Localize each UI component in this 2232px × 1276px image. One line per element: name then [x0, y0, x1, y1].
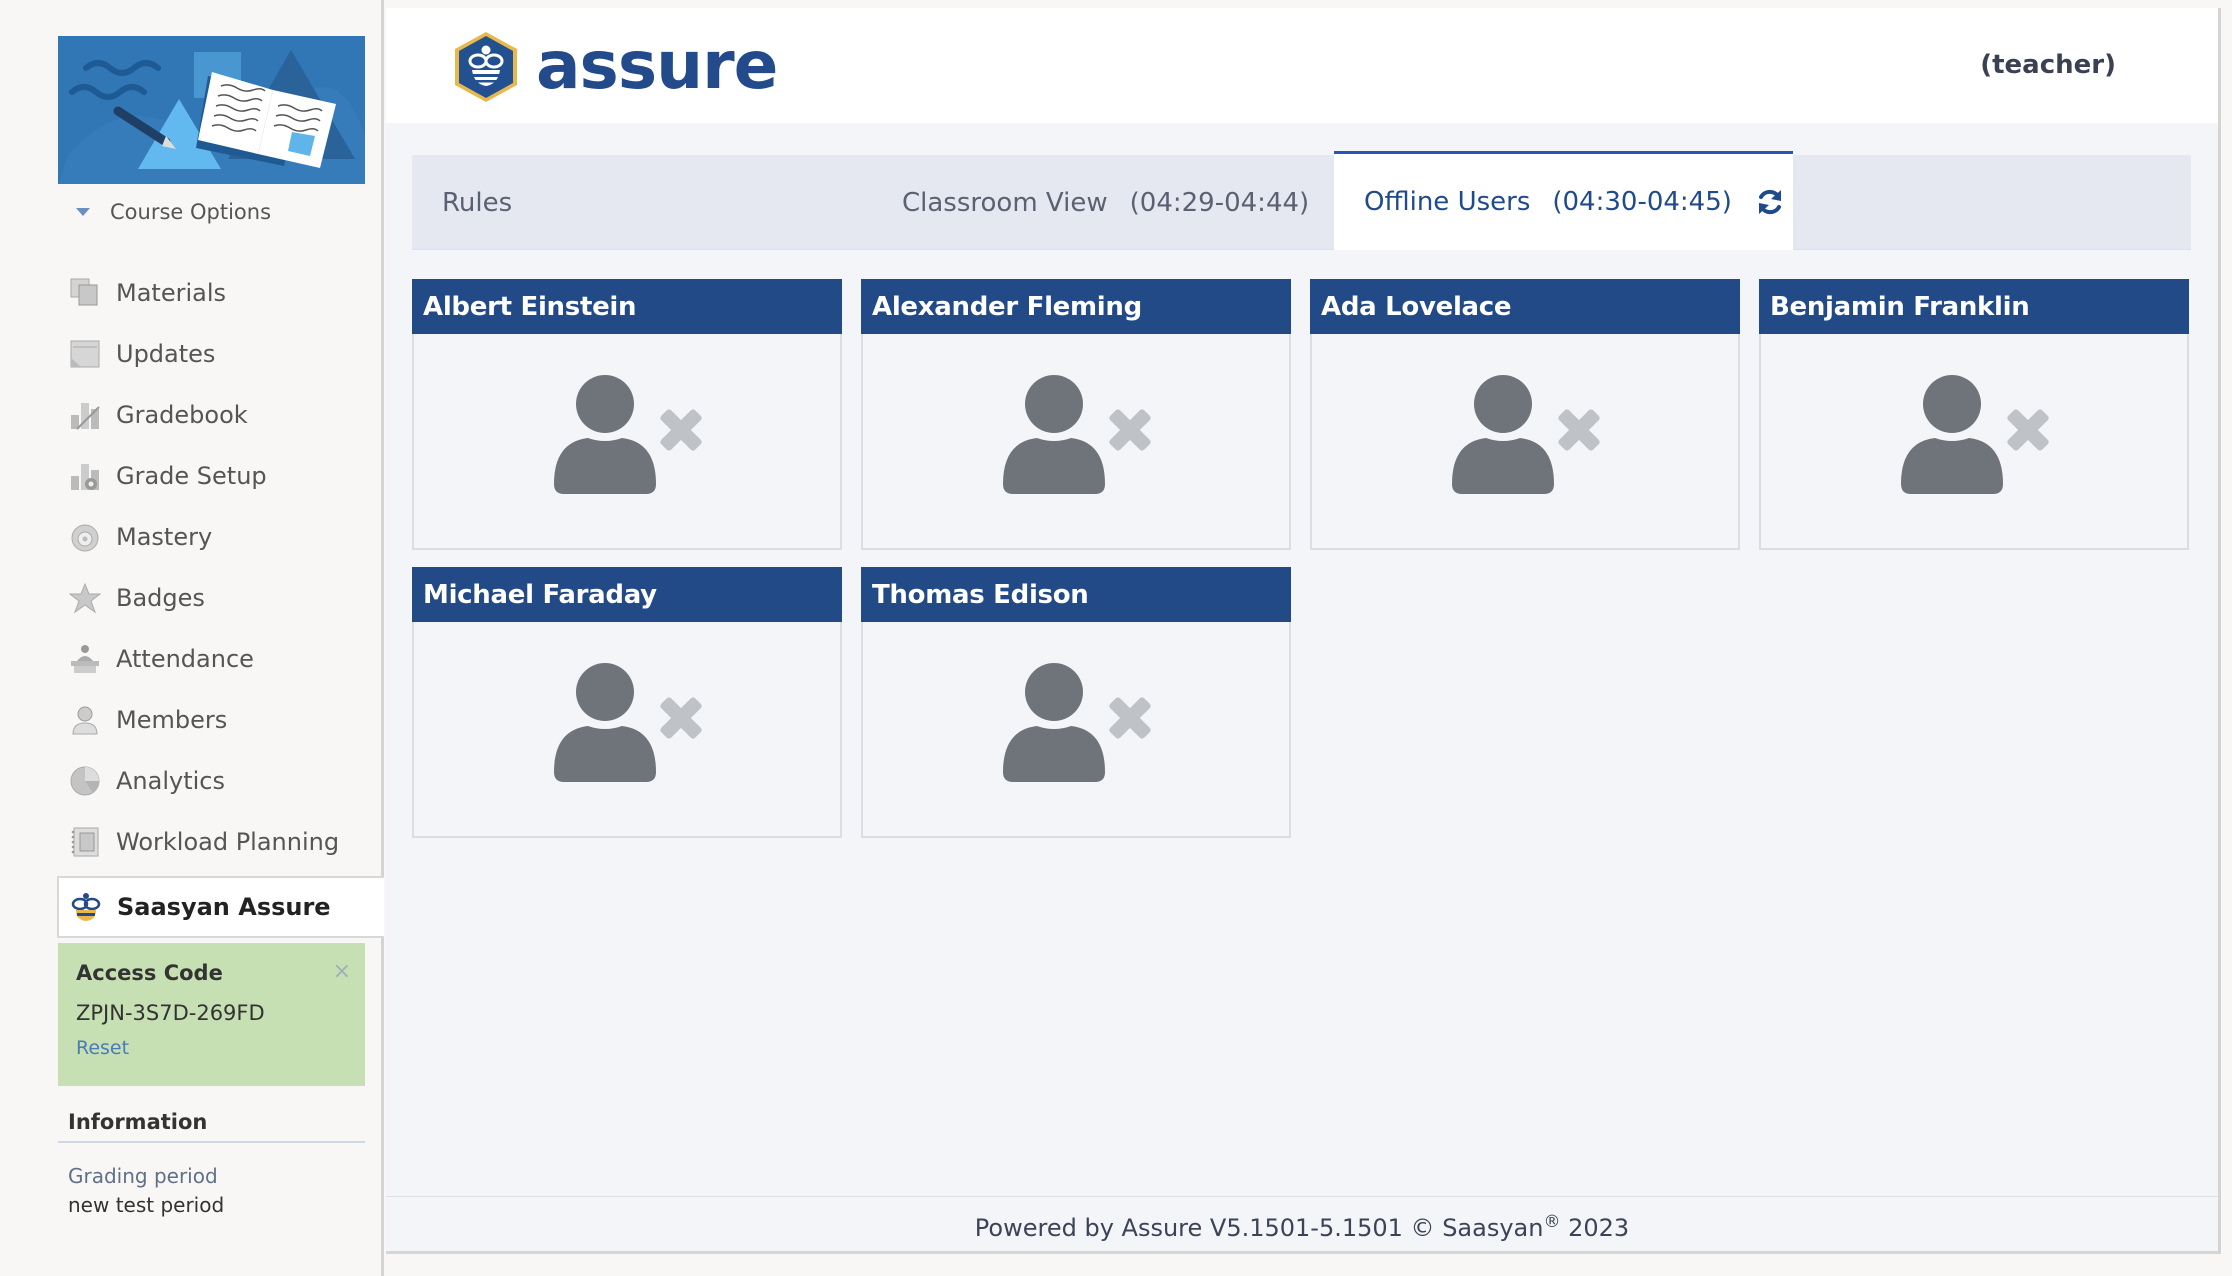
sidebar-item-label: Materials [116, 278, 227, 307]
sidebar-item-analytics[interactable]: Analytics [66, 750, 384, 811]
sidebar-item-label: Updates [116, 339, 216, 368]
mastery-icon [68, 520, 102, 554]
information-divider [58, 1141, 365, 1143]
app-header: assure (teacher) [386, 8, 2218, 123]
assure-logo: assure [452, 27, 778, 108]
access-code-title: Access Code [76, 961, 223, 985]
user-offline-icon [554, 663, 702, 782]
main-content: assure (teacher) Rules Classroom View (0… [386, 8, 2218, 1254]
offline-users-grid: Albert Einstein Alexander Fleming Ada Lo… [412, 279, 2192, 838]
footer: Powered by Assure V5.1501-5.1501 © Saasy… [386, 1212, 2218, 1242]
footer-year: 2023 [1560, 1214, 1630, 1242]
user-offline-icon [1003, 663, 1151, 782]
footer-divider [386, 1196, 2218, 1197]
members-icon [68, 703, 102, 737]
user-offline-icon [1901, 375, 2049, 494]
analytics-pie-icon [68, 764, 102, 798]
sidebar-item-label: Saasyan Assure [117, 893, 331, 921]
sidebar: Course Options Materials Updates Gradebo… [0, 0, 384, 1276]
tab-time-range: (04:30-04:45) [1552, 187, 1732, 217]
offline-user-card[interactable]: Albert Einstein [412, 279, 842, 550]
user-name: Benjamin Franklin [1759, 279, 2189, 334]
sidebar-item-badges[interactable]: Badges [66, 567, 384, 628]
offline-user-card[interactable]: Thomas Edison [861, 567, 1291, 838]
grade-setup-icon [68, 459, 102, 493]
sidebar-item-mastery[interactable]: Mastery [66, 506, 384, 567]
sidebar-item-grade-setup[interactable]: Grade Setup [66, 445, 384, 506]
sidebar-item-label: Mastery [116, 522, 213, 551]
user-offline-icon [1003, 375, 1151, 494]
caret-down-icon [76, 208, 90, 216]
close-icon[interactable]: × [333, 959, 351, 984]
grading-period-value: new test period [68, 1193, 225, 1217]
grading-period-label: Grading period [68, 1164, 218, 1188]
registered-mark: ® [1543, 1212, 1561, 1232]
tab-label: Classroom View [902, 187, 1108, 218]
reset-access-code-link[interactable]: Reset [76, 1037, 129, 1059]
sidebar-item-materials[interactable]: Materials [66, 262, 384, 323]
badge-star-icon [68, 581, 102, 615]
sidebar-item-attendance[interactable]: Attendance [66, 628, 384, 689]
user-role-label: (teacher) [1980, 50, 2116, 80]
user-name: Albert Einstein [412, 279, 842, 334]
access-code-value: ZPJN-3S7D-269FD [76, 1001, 265, 1025]
tab-time-range: (04:29-04:44) [1129, 187, 1310, 218]
footer-text: Powered by Assure V5.1501-5.1501 © Saasy… [974, 1214, 1544, 1242]
sidebar-item-label: Analytics [116, 766, 225, 795]
workload-planning-icon [68, 825, 102, 859]
sidebar-item-label: Grade Setup [116, 461, 267, 490]
user-name: Thomas Edison [861, 567, 1291, 622]
sidebar-item-label: Gradebook [116, 400, 248, 429]
course-banner-image [58, 36, 365, 184]
offline-user-card[interactable]: Alexander Fleming [861, 279, 1291, 550]
sidebar-item-gradebook[interactable]: Gradebook [66, 384, 384, 445]
tab-rules[interactable]: Rules [442, 155, 512, 250]
attendance-icon [68, 642, 102, 676]
assure-bee-logo-icon [452, 30, 520, 108]
user-name: Alexander Fleming [861, 279, 1291, 334]
bee-icon [69, 890, 103, 924]
user-name: Michael Faraday [412, 567, 842, 622]
offline-user-card[interactable]: Benjamin Franklin [1759, 279, 2189, 550]
sidebar-nav: Materials Updates Gradebook Grade Setup … [57, 262, 384, 938]
sidebar-item-members[interactable]: Members [66, 689, 384, 750]
course-options-toggle[interactable]: Course Options [76, 200, 271, 224]
tab-label: Rules [442, 187, 513, 218]
tab-label: Offline Users [1364, 187, 1531, 217]
access-code-panel: Access Code ZPJN-3S7D-269FD Reset × [58, 943, 365, 1086]
user-offline-icon [554, 375, 702, 494]
tab-classroom-view[interactable]: Classroom View (04:29-04:44) [902, 155, 1309, 250]
offline-user-card[interactable]: Michael Faraday [412, 567, 842, 838]
user-offline-icon [1452, 375, 1600, 494]
tab-bar: Rules Classroom View (04:29-04:44) Offli… [412, 151, 2191, 250]
sidebar-item-label: Members [116, 705, 228, 734]
sidebar-item-saasyan-assure[interactable]: Saasyan Assure [57, 876, 384, 938]
user-name: Ada Lovelace [1310, 279, 1740, 334]
sidebar-item-label: Attendance [116, 644, 254, 673]
updates-icon [68, 337, 102, 371]
logo-wordmark: assure [536, 27, 778, 104]
tab-offline-users[interactable]: Offline Users (04:30-04:45) [1334, 151, 1793, 250]
sidebar-item-workload-planning[interactable]: Workload Planning [66, 811, 384, 872]
offline-user-card[interactable]: Ada Lovelace [1310, 279, 1740, 550]
sidebar-item-label: Workload Planning [116, 827, 340, 856]
sidebar-item-label: Badges [116, 583, 205, 612]
course-options-label: Course Options [110, 200, 272, 224]
gradebook-icon [68, 398, 102, 432]
information-heading: Information [68, 1110, 208, 1134]
sidebar-item-updates[interactable]: Updates [66, 323, 384, 384]
window-edge [2218, 8, 2221, 1254]
refresh-icon[interactable] [1754, 186, 1786, 218]
materials-icon [68, 276, 102, 310]
